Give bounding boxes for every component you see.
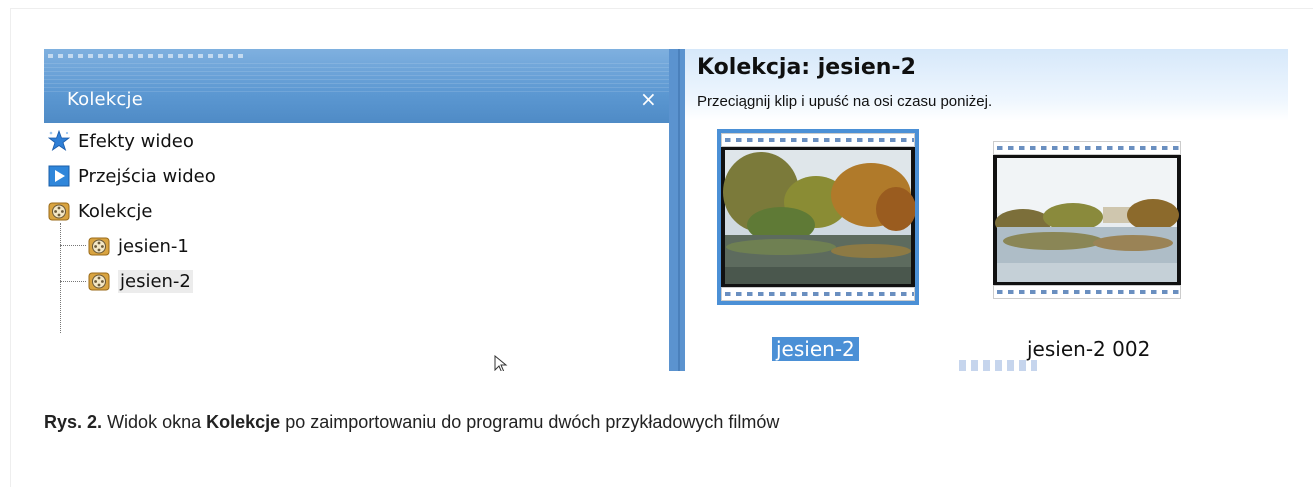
pane-splitter[interactable] [669,49,685,371]
film-strip-top [721,133,915,147]
tree-connector [60,223,61,333]
play-transition-icon [48,165,70,187]
film-strip-bottom [721,287,915,301]
tree-item-label: Kolekcje [78,200,153,222]
caption-bold-word: Kolekcje [206,412,281,432]
tree-item-label: jesien-1 [118,235,189,257]
caption-text-part-2: po zaimportowaniu do programu dwóch przy… [285,412,780,432]
close-icon[interactable]: × [640,87,657,111]
tree-connector [60,281,86,282]
collection-contents-pane: Kolekcja: jesien-2 Przeciągnij klip i up… [685,49,1288,371]
collection-contents-header: Kolekcja: jesien-2 Przeciągnij klip i up… [685,49,1288,121]
clip-preview-image [721,147,915,287]
film-reel-folder-icon [48,200,70,222]
drag-ghost-indicator [959,360,1037,371]
collections-pane-title: Kolekcje [67,89,143,110]
star-effects-icon [47,129,71,152]
collections-pane: Kolekcje × Efekty wideo Przejścia wideo … [44,49,669,371]
clip-thumbnail-jesien-2[interactable] [717,129,919,305]
tree-item-label: Przejścia wideo [78,165,216,187]
clip-name-jesien-2[interactable]: jesien-2 [772,337,859,361]
clip-name-jesien-2-002[interactable]: jesien-2 002 [1027,337,1150,361]
collections-pane-header: Kolekcje × [44,49,669,123]
film-reel-folder-icon [88,270,110,292]
app-screenshot: Kolekcje × Efekty wideo Przejścia wideo … [44,49,1288,371]
film-strip-bottom [993,285,1181,299]
clip-preview-image [993,155,1181,285]
film-reel-folder-icon [88,235,110,257]
tree-item-jesien-1[interactable]: jesien-1 [88,232,189,260]
clip-thumbnail-jesien-2-002[interactable] [993,141,1181,299]
tree-connector [60,245,86,246]
tree-item-label: Efekty wideo [78,130,194,152]
header-dots-decoration [48,54,248,58]
film-strip-top [993,141,1181,155]
tree-item-jesien-2[interactable]: jesien-2 [88,267,193,295]
collection-title: Kolekcja: jesien-2 [697,55,916,80]
tree-item-label: jesien-2 [118,269,193,293]
mouse-cursor-icon [494,354,510,371]
tree-item-video-transitions[interactable]: Przejścia wideo [48,162,216,190]
caption-text-part-1: Widok okna [107,412,202,432]
figure-caption: Rys. 2. Widok okna Kolekcje po zaimporto… [44,412,779,433]
tree-item-collections[interactable]: Kolekcje [48,197,152,225]
collection-instructions: Przeciągnij klip i upuść na osi czasu po… [697,93,993,110]
figure-number: Rys. 2. [44,412,103,432]
tree-item-video-effects[interactable]: Efekty wideo [47,127,194,155]
